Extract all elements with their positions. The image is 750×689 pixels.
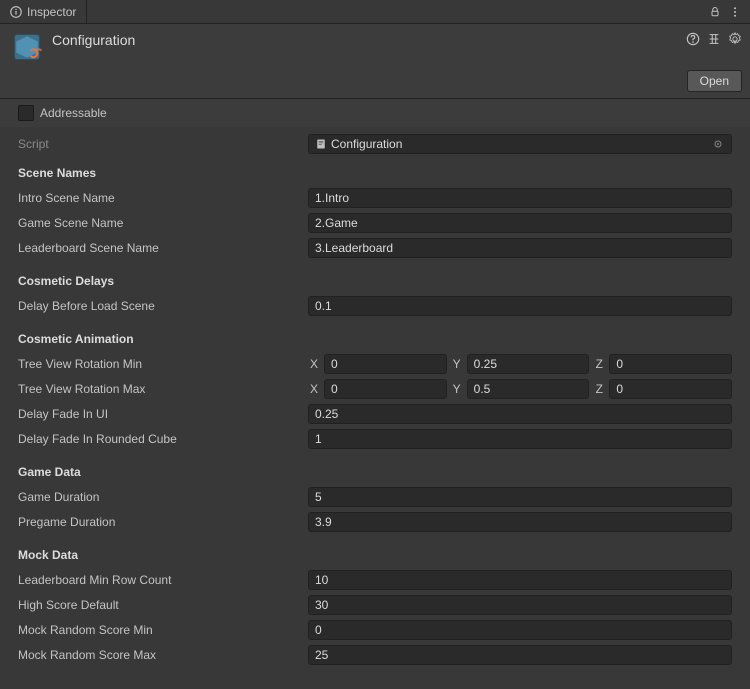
axis-x-label: X: [308, 382, 320, 396]
help-icon[interactable]: [686, 32, 700, 46]
section-scene-names: Scene Names: [18, 166, 308, 180]
inspector-tab[interactable]: Inspector: [0, 0, 87, 23]
addressable-label: Addressable: [40, 106, 107, 120]
leaderboard-scene-label: Leaderboard Scene Name: [18, 241, 308, 255]
rand-max-field[interactable]: [308, 645, 732, 665]
delay-fade-ui-label: Delay Fade In UI: [18, 407, 308, 421]
rot-min-z[interactable]: [609, 354, 732, 374]
game-scene-label: Game Scene Name: [18, 216, 308, 230]
lb-min-row-label: Leaderboard Min Row Count: [18, 573, 308, 587]
lb-min-row-field[interactable]: [308, 570, 732, 590]
rand-min-label: Mock Random Score Min: [18, 623, 308, 637]
rot-max-x[interactable]: [324, 379, 447, 399]
delay-before-load-label: Delay Before Load Scene: [18, 299, 308, 313]
leaderboard-scene-field[interactable]: [308, 238, 732, 258]
axis-x-label: X: [308, 357, 320, 371]
preset-icon[interactable]: [707, 32, 721, 46]
delay-fade-ui-field[interactable]: [308, 404, 732, 424]
asset-name: Configuration: [52, 28, 135, 48]
script-file-icon: [315, 138, 327, 150]
high-score-label: High Score Default: [18, 598, 308, 612]
rand-max-label: Mock Random Score Max: [18, 648, 308, 662]
delay-fade-cube-label: Delay Fade In Rounded Cube: [18, 432, 308, 446]
scriptable-object-icon: [8, 28, 46, 66]
rot-min-y[interactable]: [467, 354, 590, 374]
script-field: Configuration: [308, 134, 732, 154]
rand-min-field[interactable]: [308, 620, 732, 640]
kebab-icon[interactable]: [728, 5, 742, 19]
rot-max-label: Tree View Rotation Max: [18, 382, 308, 396]
rot-min-x[interactable]: [324, 354, 447, 374]
section-cosmetic-animation: Cosmetic Animation: [18, 332, 308, 346]
lock-icon[interactable]: [708, 5, 722, 19]
gear-icon[interactable]: [728, 32, 742, 46]
object-picker-icon[interactable]: [711, 137, 725, 151]
game-duration-label: Game Duration: [18, 490, 308, 504]
intro-scene-label: Intro Scene Name: [18, 191, 308, 205]
delay-before-load-field[interactable]: [308, 296, 732, 316]
addressable-checkbox[interactable]: [18, 105, 34, 121]
rot-max-z[interactable]: [609, 379, 732, 399]
section-mock-data: Mock Data: [18, 548, 308, 562]
game-duration-field[interactable]: [308, 487, 732, 507]
delay-fade-cube-field[interactable]: [308, 429, 732, 449]
info-icon: [10, 6, 22, 18]
script-value: Configuration: [331, 137, 402, 151]
axis-z-label: Z: [593, 357, 605, 371]
rot-max-y[interactable]: [467, 379, 590, 399]
axis-y-label: Y: [451, 357, 463, 371]
pregame-duration-field[interactable]: [308, 512, 732, 532]
high-score-field[interactable]: [308, 595, 732, 615]
axis-y-label: Y: [451, 382, 463, 396]
intro-scene-field[interactable]: [308, 188, 732, 208]
game-scene-field[interactable]: [308, 213, 732, 233]
pregame-duration-label: Pregame Duration: [18, 515, 308, 529]
section-cosmetic-delays: Cosmetic Delays: [18, 274, 308, 288]
open-button[interactable]: Open: [687, 70, 742, 92]
tab-label: Inspector: [27, 5, 76, 19]
script-label: Script: [18, 137, 308, 151]
section-game-data: Game Data: [18, 465, 308, 479]
rot-min-label: Tree View Rotation Min: [18, 357, 308, 371]
axis-z-label: Z: [593, 382, 605, 396]
